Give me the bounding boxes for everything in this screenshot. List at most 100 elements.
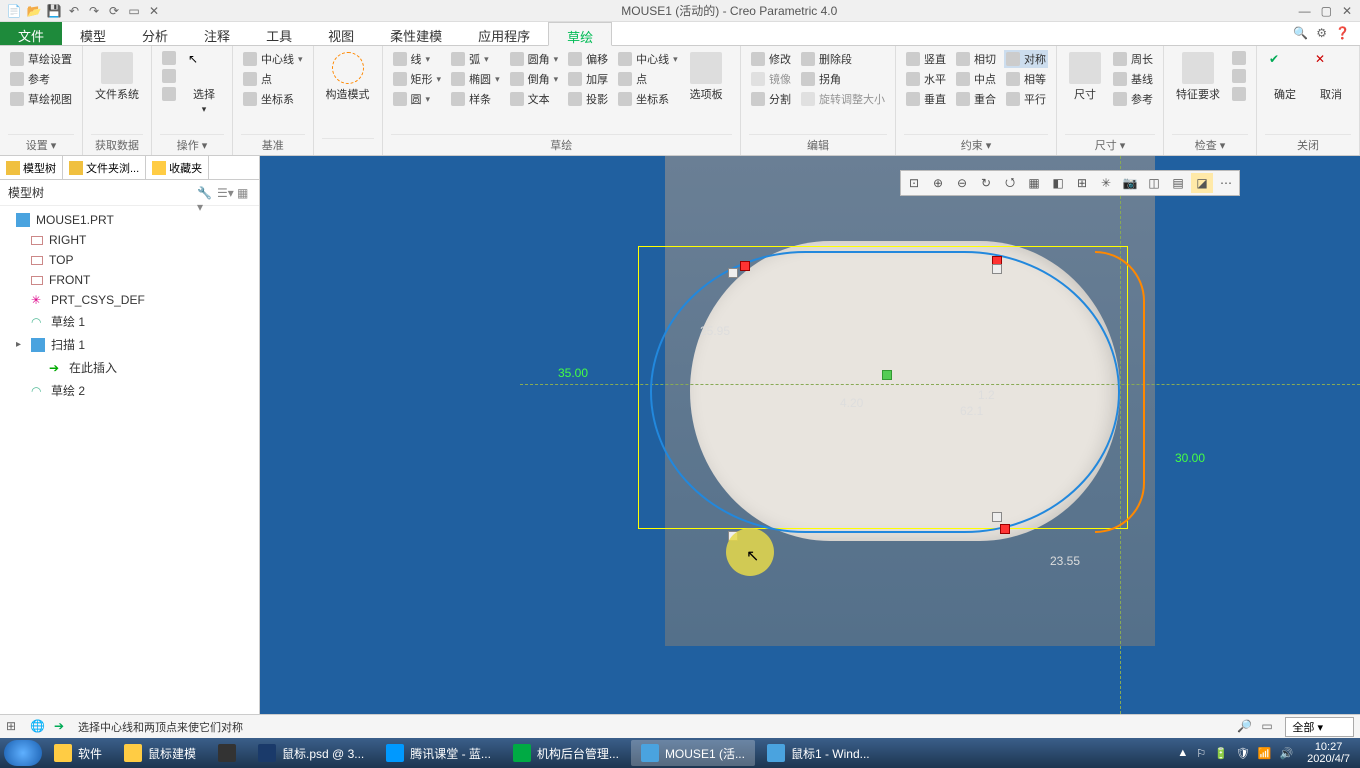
btn-arc[interactable]: 弧▾	[449, 50, 502, 68]
tab-sketch[interactable]: 草绘	[548, 22, 612, 46]
tab-tool[interactable]: 工具	[248, 22, 310, 45]
geom-icon[interactable]: ▭	[1261, 719, 1277, 735]
minimize-icon[interactable]: —	[1299, 4, 1311, 18]
tree-item[interactable]: ◠草绘 2	[0, 379, 259, 402]
browser-icon[interactable]: 🌐	[30, 719, 46, 735]
btn-mirror[interactable]: 镜像	[749, 70, 793, 88]
tree-tab-folder[interactable]: 文件夹浏...	[63, 156, 146, 179]
close-icon[interactable]: ✕	[1342, 4, 1352, 18]
btn-select[interactable]: ↖选择▾	[184, 50, 224, 117]
btn-ellipse[interactable]: 椭圆▾	[449, 70, 502, 88]
btn-centerline2[interactable]: 中心线▾	[616, 50, 680, 68]
start-button[interactable]	[4, 740, 42, 766]
btn-refdim[interactable]: 参考	[1111, 90, 1155, 108]
persp-icon[interactable]: ◫	[1143, 173, 1165, 193]
btn-corner[interactable]: 拐角	[799, 70, 887, 88]
btn-point[interactable]: 点	[241, 70, 305, 88]
dim-23[interactable]: 23.55	[1050, 554, 1080, 568]
tab-annotate[interactable]: 注释	[186, 22, 248, 45]
btn-line[interactable]: 线▾	[391, 50, 444, 68]
tab-app[interactable]: 应用程序	[460, 22, 548, 45]
refit-icon[interactable]: ↻	[975, 173, 997, 193]
dim-25[interactable]: 25.95	[700, 324, 730, 338]
handle-w1[interactable]	[728, 268, 738, 278]
btn-horiz[interactable]: 水平	[904, 70, 948, 88]
btn-ok[interactable]: ✔确定	[1265, 50, 1305, 104]
handle-w2[interactable]	[992, 264, 1002, 274]
tab-model[interactable]: 模型	[62, 22, 124, 45]
handle-w3[interactable]	[992, 512, 1002, 522]
tree-tab-fav[interactable]: 收藏夹	[146, 156, 209, 179]
btn-perim[interactable]: 周长	[1111, 50, 1155, 68]
spin-icon[interactable]: ⭯	[999, 173, 1021, 193]
btn-mid[interactable]: 中点	[954, 70, 998, 88]
tree-item[interactable]: ◠草绘 1	[0, 310, 259, 333]
tab-view[interactable]: 视图	[310, 22, 372, 45]
save-icon[interactable]: 💾	[46, 3, 62, 19]
task-browser[interactable]: 机构后台管理...	[503, 740, 629, 766]
dim-30[interactable]: 30.00	[1175, 451, 1205, 465]
btn-tangent[interactable]: 相切	[954, 50, 998, 68]
task-ps[interactable]: 鼠标.psd @ 3...	[248, 740, 374, 766]
task-record[interactable]	[208, 740, 246, 766]
btn-sketch-setup[interactable]: 草绘设置	[8, 50, 74, 68]
task-creo[interactable]: MOUSE1 (活...	[631, 740, 755, 766]
named-view-icon[interactable]: ▦	[1023, 173, 1045, 193]
btn-sym[interactable]: 对称	[1004, 50, 1048, 68]
tree-root[interactable]: MOUSE1.PRT	[0, 210, 259, 230]
btn-coinc[interactable]: 重合	[954, 90, 998, 108]
tree-settings-icon[interactable]: 🔧▾	[197, 186, 211, 200]
btn-modify[interactable]: 修改	[749, 50, 793, 68]
snap-icon[interactable]: 📷	[1119, 173, 1141, 193]
selection-filter[interactable]: 全部 ▾	[1285, 717, 1354, 737]
tree-item[interactable]: ➔在此插入	[0, 356, 259, 379]
btn-circle[interactable]: 圆▾	[391, 90, 444, 108]
display-style-icon[interactable]: ◧	[1047, 173, 1069, 193]
btn-csys[interactable]: 坐标系	[241, 90, 305, 108]
btn-rect[interactable]: 矩形▾	[391, 70, 444, 88]
options-icon[interactable]: ⚙	[1316, 26, 1327, 41]
task-viewer[interactable]: 鼠标1 - Wind...	[757, 740, 880, 766]
redo-icon[interactable]: ↷	[86, 3, 102, 19]
dim-1[interactable]: 1.2	[978, 388, 995, 402]
handle-tl[interactable]	[740, 261, 750, 271]
dim-35[interactable]: 35.00	[558, 366, 588, 380]
tree-item[interactable]: TOP	[0, 250, 259, 270]
windows-icon[interactable]: ▭	[126, 3, 142, 19]
tree-show-icon[interactable]: ☰▾	[217, 186, 231, 200]
btn-palette[interactable]: 选项板	[686, 50, 727, 104]
btn-equal[interactable]: 相等	[1004, 70, 1048, 88]
btn-point2[interactable]: 点	[616, 70, 680, 88]
btn-fillet[interactable]: 圆角▾	[508, 50, 561, 68]
new-icon[interactable]: 📄	[6, 3, 22, 19]
btn-csys2[interactable]: 坐标系	[616, 90, 680, 108]
btn-offset[interactable]: 偏移	[566, 50, 610, 68]
btn-feat-req[interactable]: 特征要求	[1172, 50, 1224, 104]
zoom-fit-icon[interactable]: ⊡	[903, 173, 925, 193]
tree-item[interactable]: ▸扫描 1	[0, 333, 259, 356]
btn-reference[interactable]: 参考	[8, 70, 74, 88]
maximize-icon[interactable]: ▢	[1321, 4, 1332, 18]
layer-icon[interactable]: ▤	[1167, 173, 1189, 193]
btn-cancel[interactable]: ✕取消	[1311, 50, 1351, 104]
tray-icon[interactable]: 🛡	[1236, 747, 1250, 760]
btn-text[interactable]: 文本	[508, 90, 561, 108]
btn-vert[interactable]: 竖直	[904, 50, 948, 68]
btn-sketch-view[interactable]: 草绘视图	[8, 90, 74, 108]
handle-br[interactable]	[1000, 524, 1010, 534]
help-icon[interactable]: ❓	[1335, 26, 1350, 41]
btn-chamfer[interactable]: 倒角▾	[508, 70, 561, 88]
btn-delseg[interactable]: 删除段	[799, 50, 887, 68]
task-folder2[interactable]: 鼠标建模	[114, 740, 206, 766]
find-icon[interactable]: 🔎	[1237, 719, 1253, 735]
btn-paste[interactable]	[160, 86, 178, 102]
btn-para[interactable]: 平行	[1004, 90, 1048, 108]
sketch-spline[interactable]	[650, 251, 1120, 533]
more-icon[interactable]: ⋯	[1215, 173, 1237, 193]
tab-analyze[interactable]: 分析	[124, 22, 186, 45]
tray-icon[interactable]: ⚐	[1196, 747, 1206, 760]
regen-icon[interactable]: ⟳	[106, 3, 122, 19]
tab-flex[interactable]: 柔性建模	[372, 22, 460, 45]
btn-dimension[interactable]: 尺寸	[1065, 50, 1105, 104]
btn-centerline[interactable]: 中心线▾	[241, 50, 305, 68]
